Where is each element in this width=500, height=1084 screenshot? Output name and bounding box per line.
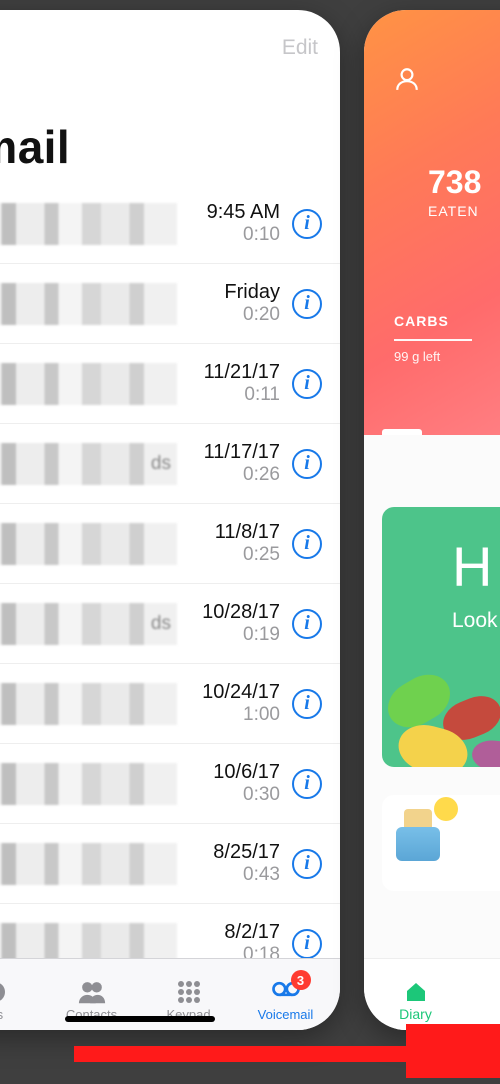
clock-icon bbox=[0, 979, 10, 1005]
info-icon[interactable]: i bbox=[292, 449, 322, 479]
info-icon[interactable]: i bbox=[292, 369, 322, 399]
voicemail-row[interactable]: 8/25/170:43 i bbox=[0, 824, 340, 904]
voicemail-row[interactable]: ds 10/28/170:19 i bbox=[0, 584, 340, 664]
info-icon[interactable]: i bbox=[292, 289, 322, 319]
diet-hero: 738 EATEN CARBS 99 g left ‹ bbox=[364, 10, 500, 435]
caller-name-blurred bbox=[0, 523, 177, 565]
voicemail-date: 11/8/17 bbox=[185, 520, 280, 544]
voicemail-date: 9:45 AM bbox=[185, 200, 280, 224]
voicemail-badge: 3 bbox=[291, 970, 311, 990]
carbs-label: CARBS bbox=[394, 313, 500, 329]
diet-tabbar: Diary Fri bbox=[364, 958, 500, 1030]
tab-recents[interactable]: nts bbox=[0, 979, 43, 1022]
caller-name-blurred bbox=[0, 283, 177, 325]
caller-name-blurred: ds bbox=[0, 443, 177, 485]
page-title: …mail bbox=[0, 120, 340, 184]
app-switcher[interactable]: Edit …mail 9:45 AM0:10iFriday0:20i11/21/… bbox=[0, 0, 500, 1084]
voicemail-date: 10/6/17 bbox=[185, 760, 280, 784]
voicemail-date: 11/21/17 bbox=[185, 360, 280, 384]
voicemail-row[interactable]: ds 11/17/170:26 i bbox=[0, 424, 340, 504]
voicemail-date: 11/17/17 bbox=[185, 440, 280, 464]
caller-name-blurred bbox=[0, 923, 177, 959]
voicemail-duration: 0:26 bbox=[185, 464, 280, 487]
promo-banner[interactable]: H Look bbox=[382, 507, 500, 767]
meal-card[interactable] bbox=[382, 795, 500, 891]
voicemail-row[interactable]: 11/8/170:25 i bbox=[0, 504, 340, 584]
voicemail-row[interactable]: 11/21/170:11 i bbox=[0, 344, 340, 424]
swipe-arrow-icon bbox=[70, 1024, 500, 1078]
breakfast-icon bbox=[396, 809, 448, 861]
voicemail-date: 10/28/17 bbox=[185, 600, 280, 624]
caller-name-blurred bbox=[0, 363, 177, 405]
info-icon[interactable]: i bbox=[292, 929, 322, 959]
eaten-label: EATEN bbox=[428, 203, 500, 219]
app-card-diet[interactable]: 738 EATEN CARBS 99 g left ‹ H Look bbox=[364, 10, 500, 1030]
carbs-left: 99 g left bbox=[394, 349, 500, 364]
info-icon[interactable]: i bbox=[292, 849, 322, 879]
info-icon[interactable]: i bbox=[292, 529, 322, 559]
voicemail-duration: 0:10 bbox=[185, 224, 280, 247]
voicemail-date: 8/2/17 bbox=[185, 920, 280, 944]
voicemail-row[interactable]: Friday0:20 i bbox=[0, 264, 340, 344]
caller-name-blurred bbox=[0, 843, 177, 885]
voicemail-row[interactable]: 10/24/171:00 i bbox=[0, 664, 340, 744]
tab-other[interactable]: Fri bbox=[463, 980, 500, 1022]
eaten-value: 738 bbox=[428, 164, 500, 201]
info-icon[interactable]: i bbox=[292, 609, 322, 639]
home-indicator[interactable] bbox=[65, 1016, 215, 1022]
voicemail-duration: 0:43 bbox=[185, 864, 280, 887]
voicemail-date: Friday bbox=[185, 280, 280, 304]
home-icon bbox=[403, 980, 429, 1004]
voicemail-duration: 0:30 bbox=[185, 784, 280, 807]
voicemail-duration: 0:25 bbox=[185, 544, 280, 567]
info-icon[interactable]: i bbox=[292, 209, 322, 239]
contacts-icon bbox=[77, 979, 107, 1005]
voicemail-row[interactable]: 9:45 AM0:10 i bbox=[0, 184, 340, 264]
tab-diary[interactable]: Diary bbox=[368, 980, 463, 1022]
voicemail-duration: 0:18 bbox=[185, 944, 280, 958]
voicemail-date: 8/25/17 bbox=[185, 840, 280, 864]
caller-name-blurred: ds bbox=[0, 603, 177, 645]
keypad-icon bbox=[174, 979, 204, 1005]
tab-voicemail[interactable]: 3 Voicemail bbox=[237, 976, 334, 1022]
caller-name-blurred bbox=[0, 683, 177, 725]
app-card-phone[interactable]: Edit …mail 9:45 AM0:10iFriday0:20i11/21/… bbox=[0, 10, 340, 1030]
info-icon[interactable]: i bbox=[292, 689, 322, 719]
caller-name-blurred bbox=[0, 763, 177, 805]
voicemail-list[interactable]: 9:45 AM0:10 i Friday0:20 i 11/21/170:11 i ds 11… bbox=[0, 184, 340, 958]
voicemail-duration: 0:19 bbox=[185, 624, 280, 647]
voicemail-duration: 0:11 bbox=[185, 384, 280, 407]
voicemail-duration: 0:20 bbox=[185, 304, 280, 327]
profile-icon[interactable] bbox=[394, 66, 420, 92]
voicemail-row[interactable]: 10/6/170:30 i bbox=[0, 744, 340, 824]
edit-button[interactable]: Edit bbox=[282, 36, 318, 114]
info-icon[interactable]: i bbox=[292, 769, 322, 799]
voicemail-duration: 1:00 bbox=[185, 704, 280, 727]
bean-purple-icon bbox=[471, 738, 500, 767]
voicemail-date: 10/24/17 bbox=[185, 680, 280, 704]
caller-name-blurred bbox=[0, 203, 177, 245]
voicemail-row[interactable]: 8/2/170:18 i bbox=[0, 904, 340, 958]
carbs-progress-bar bbox=[394, 339, 472, 341]
